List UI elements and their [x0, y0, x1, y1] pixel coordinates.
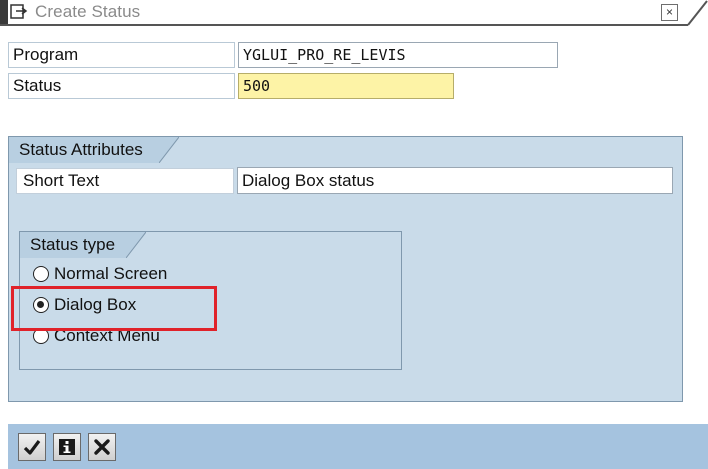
info-icon	[59, 439, 75, 455]
radio-label: Context Menu	[54, 326, 160, 345]
window-title: Create Status	[35, 2, 141, 21]
tab-slant-decoration	[159, 137, 179, 163]
radio-label: Dialog Box	[54, 295, 137, 314]
status-field[interactable]: 500	[238, 73, 454, 99]
close-button[interactable]: ×	[661, 4, 678, 21]
confirm-button[interactable]	[18, 433, 46, 461]
bottom-toolbar	[8, 424, 708, 469]
checkmark-icon	[23, 440, 41, 455]
short-text-field[interactable]: Dialog Box status	[237, 167, 673, 194]
create-window-icon	[10, 4, 28, 20]
title-corner-decoration	[687, 0, 708, 26]
title-bar: Create Status ×	[0, 0, 708, 26]
cancel-button[interactable]	[88, 433, 116, 461]
radio-button[interactable]	[33, 297, 49, 313]
title-bar-accent	[0, 0, 8, 26]
radio-selected-dot	[37, 301, 44, 308]
radio-label: Normal Screen	[54, 264, 168, 283]
program-label: Program	[8, 42, 235, 68]
close-icon: ×	[665, 5, 673, 19]
status-attributes-title-text: Status Attributes	[19, 140, 143, 159]
title-underline	[0, 24, 688, 26]
status-type-title-text: Status type	[30, 235, 116, 254]
radio-button[interactable]	[33, 328, 49, 344]
tab-slant-decoration	[126, 232, 146, 258]
cancel-x-icon	[94, 439, 110, 455]
radio-button[interactable]	[33, 266, 49, 282]
short-text-label: Short Text	[16, 168, 234, 194]
status-type-title: Status type	[20, 232, 146, 258]
program-field[interactable]: YGLUI_PRO_RE_LEVIS	[238, 42, 558, 68]
info-button[interactable]	[53, 433, 81, 461]
status-label: Status	[8, 73, 235, 99]
status-attributes-title: Status Attributes	[9, 137, 179, 163]
